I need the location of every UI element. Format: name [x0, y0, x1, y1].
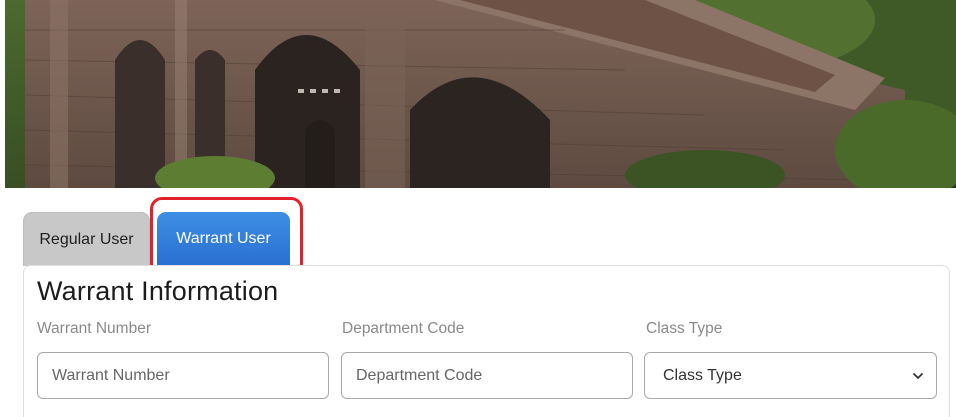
- department-code-label: Department Code: [342, 320, 465, 337]
- viaduct-image: [5, 0, 956, 188]
- page-title: Warrant Information: [37, 276, 279, 306]
- hero-banner: [5, 0, 956, 188]
- tab-label: Regular User: [39, 230, 134, 248]
- class-type-label: Class Type: [646, 320, 723, 337]
- carousel-dot[interactable]: [322, 89, 328, 93]
- class-type-select[interactable]: Class Type: [644, 352, 937, 399]
- tab-regular-user[interactable]: Regular User: [23, 212, 150, 266]
- chevron-down-icon: [913, 373, 923, 379]
- carousel-dots-icon[interactable]: [298, 89, 340, 93]
- warrant-number-label: Warrant Number: [37, 320, 151, 337]
- tab-warrant-user[interactable]: Warrant User: [157, 212, 290, 266]
- department-code-input[interactable]: [341, 352, 633, 399]
- carousel-dot[interactable]: [310, 89, 316, 93]
- carousel-dot[interactable]: [334, 89, 340, 93]
- warrant-number-input[interactable]: [37, 352, 329, 399]
- carousel-dot[interactable]: [298, 89, 304, 93]
- tab-label: Warrant User: [176, 230, 271, 247]
- class-type-value: Class Type: [663, 366, 742, 384]
